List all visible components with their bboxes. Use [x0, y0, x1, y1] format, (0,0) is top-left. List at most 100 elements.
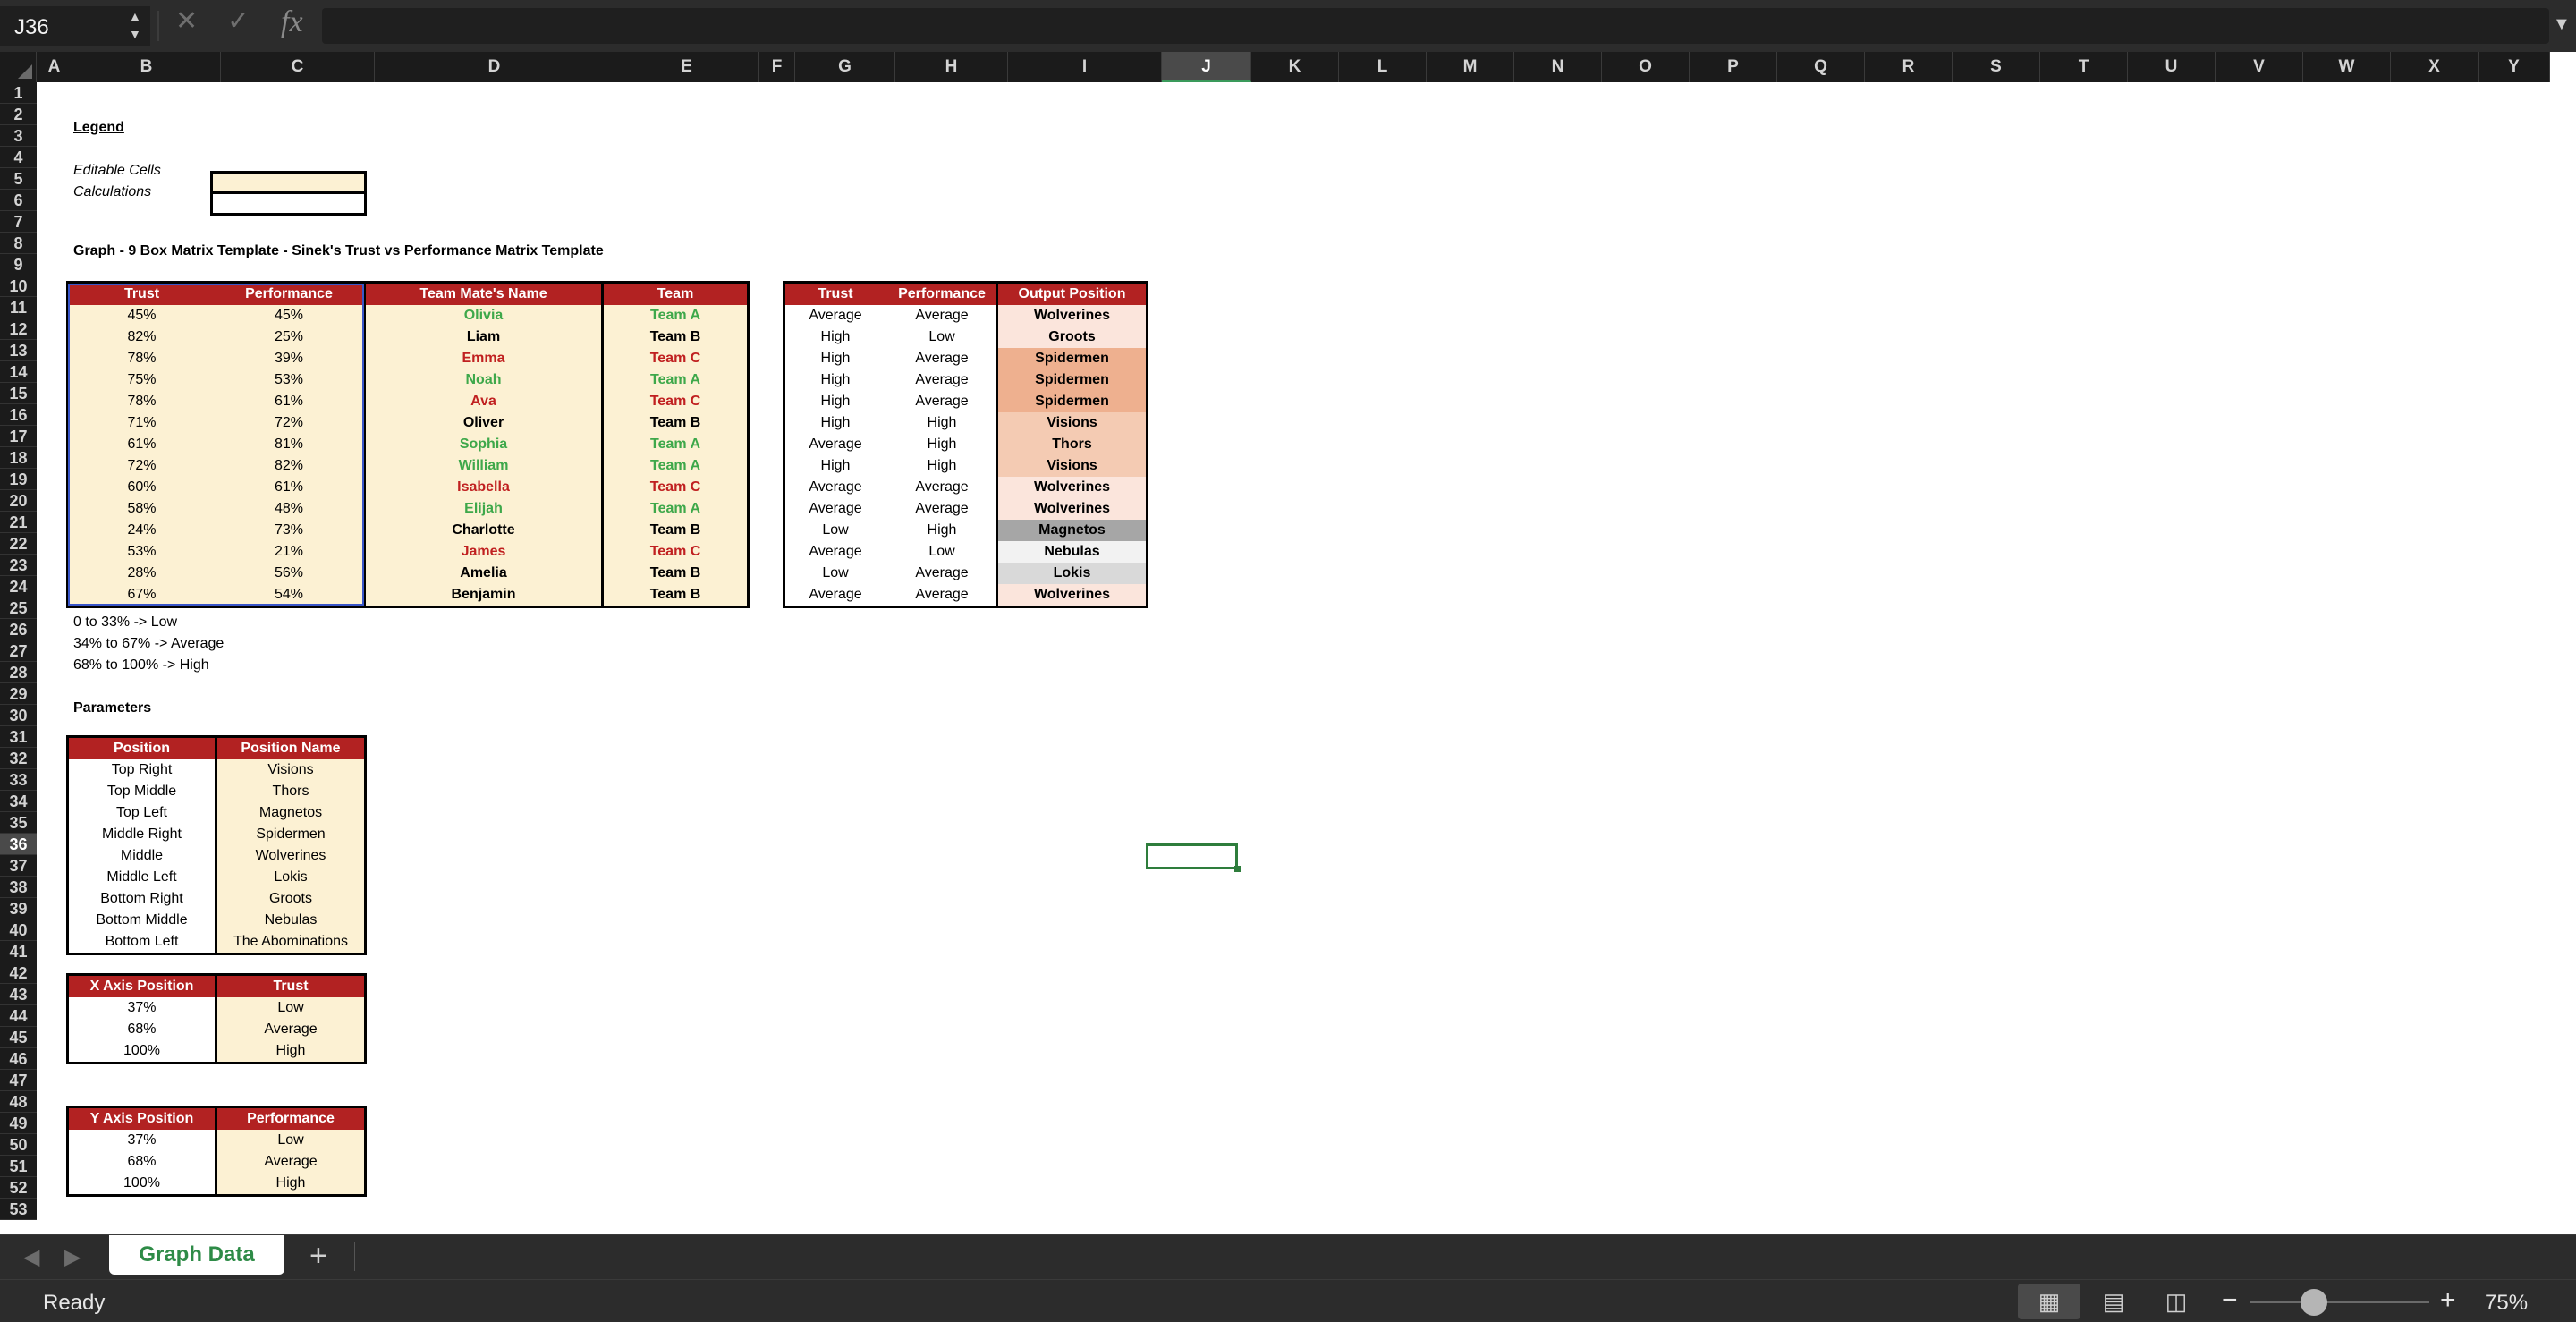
row-header-39[interactable]: 39: [0, 898, 37, 919]
input-header-3[interactable]: Team: [604, 284, 747, 305]
row-header-47[interactable]: 47: [0, 1070, 37, 1091]
output-cell-pos[interactable]: Spidermen: [998, 391, 1146, 412]
x_axis_table-header-0[interactable]: X Axis Position: [69, 976, 215, 997]
input-cell-team[interactable]: Team A: [604, 369, 747, 391]
output-cell-pos[interactable]: Groots: [998, 326, 1146, 348]
output-cell-perf[interactable]: High: [886, 455, 998, 477]
tab-graph-data[interactable]: Graph Data: [109, 1235, 284, 1275]
column-header-y[interactable]: Y: [2479, 52, 2550, 82]
input-cell-team[interactable]: Team C: [604, 477, 747, 498]
output-cell-perf[interactable]: Average: [886, 369, 998, 391]
select-all-corner[interactable]: [0, 52, 37, 82]
row-header-45[interactable]: 45: [0, 1027, 37, 1048]
row-header-5[interactable]: 5: [0, 168, 37, 190]
column-header-u[interactable]: U: [2128, 52, 2216, 82]
add-sheet-button[interactable]: +: [309, 1239, 327, 1274]
position_table-cell-left[interactable]: Middle Left: [69, 867, 215, 888]
row-header-35[interactable]: 35: [0, 812, 37, 834]
input-cell-name[interactable]: Isabella: [366, 477, 601, 498]
row-header-53[interactable]: 53: [0, 1199, 37, 1220]
output-cell-pos[interactable]: Wolverines: [998, 584, 1146, 606]
zoom-slider[interactable]: [2250, 1301, 2429, 1303]
input-cell-team[interactable]: Team C: [604, 348, 747, 369]
output-cell-perf[interactable]: Average: [886, 477, 998, 498]
row-header-8[interactable]: 8: [0, 233, 37, 254]
row-header-31[interactable]: 31: [0, 726, 37, 748]
output-cell-perf[interactable]: High: [886, 434, 998, 455]
output-cell-trust[interactable]: High: [785, 348, 886, 369]
row-header-34[interactable]: 34: [0, 791, 37, 812]
output-header-1[interactable]: Performance: [886, 284, 998, 305]
column-header-h[interactable]: H: [895, 52, 1008, 82]
row-header-22[interactable]: 22: [0, 533, 37, 555]
row-header-9[interactable]: 9: [0, 254, 37, 275]
row-header-10[interactable]: 10: [0, 275, 37, 297]
column-header-f[interactable]: F: [759, 52, 795, 82]
row-header-4[interactable]: 4: [0, 147, 37, 168]
input-cell-team[interactable]: Team C: [604, 541, 747, 563]
column-header-e[interactable]: E: [614, 52, 759, 82]
output-cell-pos[interactable]: Wolverines: [998, 498, 1146, 520]
x_axis_table-cell-left[interactable]: 37%: [69, 997, 215, 1019]
input-cell-team[interactable]: Team A: [604, 455, 747, 477]
column-header-g[interactable]: G: [795, 52, 895, 82]
position_table-cell-right[interactable]: The Abominations: [217, 931, 364, 953]
row-header-41[interactable]: 41: [0, 941, 37, 962]
output-cell-pos[interactable]: Visions: [998, 412, 1146, 434]
y_axis_table-header-1[interactable]: Performance: [217, 1108, 364, 1130]
output-cell-perf[interactable]: Average: [886, 305, 998, 326]
row-header-3[interactable]: 3: [0, 125, 37, 147]
row-header-24[interactable]: 24: [0, 576, 37, 597]
x_axis_table-header-1[interactable]: Trust: [217, 976, 364, 997]
column-header-d[interactable]: D: [375, 52, 614, 82]
input-cell-name[interactable]: Sophia: [366, 434, 601, 455]
output-cell-trust[interactable]: Average: [785, 584, 886, 606]
column-header-c[interactable]: C: [221, 52, 375, 82]
row-header-23[interactable]: 23: [0, 555, 37, 576]
row-header-38[interactable]: 38: [0, 877, 37, 898]
row-header-33[interactable]: 33: [0, 769, 37, 791]
position_table-cell-right[interactable]: Visions: [217, 759, 364, 781]
position_table-cell-left[interactable]: Middle Right: [69, 824, 215, 845]
position_table-cell-left[interactable]: Top Middle: [69, 781, 215, 802]
output-cell-pos[interactable]: Spidermen: [998, 348, 1146, 369]
input-cell-team[interactable]: Team A: [604, 305, 747, 326]
active-cell[interactable]: [1146, 843, 1238, 869]
column-header-t[interactable]: T: [2040, 52, 2128, 82]
input-cell-name[interactable]: Liam: [366, 326, 601, 348]
page-layout-view-icon[interactable]: ▤: [2082, 1284, 2145, 1319]
y_axis_table-header-0[interactable]: Y Axis Position: [69, 1108, 215, 1130]
row-header-18[interactable]: 18: [0, 447, 37, 469]
row-header-27[interactable]: 27: [0, 640, 37, 662]
function-icon[interactable]: fx: [281, 5, 303, 39]
input-cell-name[interactable]: Emma: [366, 348, 601, 369]
row-header-29[interactable]: 29: [0, 683, 37, 705]
row-header-44[interactable]: 44: [0, 1005, 37, 1027]
row-header-40[interactable]: 40: [0, 919, 37, 941]
output-cell-pos[interactable]: Magnetos: [998, 520, 1146, 541]
y_axis_table-cell-left[interactable]: 100%: [69, 1173, 215, 1194]
fill-handle[interactable]: [1234, 866, 1241, 872]
row-header-16[interactable]: 16: [0, 404, 37, 426]
input-cell-team[interactable]: Team B: [604, 584, 747, 606]
row-header-21[interactable]: 21: [0, 512, 37, 533]
output-header-0[interactable]: Trust: [785, 284, 886, 305]
row-header-28[interactable]: 28: [0, 662, 37, 683]
output-cell-trust[interactable]: High: [785, 369, 886, 391]
zoom-out-button[interactable]: −: [2222, 1285, 2238, 1316]
output-cell-trust[interactable]: Average: [785, 498, 886, 520]
output-cell-trust[interactable]: High: [785, 412, 886, 434]
output-cell-trust[interactable]: High: [785, 326, 886, 348]
row-header-6[interactable]: 6: [0, 190, 37, 211]
output-cell-pos[interactable]: Lokis: [998, 563, 1146, 584]
output-cell-perf[interactable]: Average: [886, 348, 998, 369]
row-header-12[interactable]: 12: [0, 318, 37, 340]
row-header-48[interactable]: 48: [0, 1091, 37, 1113]
row-header-49[interactable]: 49: [0, 1113, 37, 1134]
row-header-25[interactable]: 25: [0, 597, 37, 619]
row-header-52[interactable]: 52: [0, 1177, 37, 1199]
row-header-14[interactable]: 14: [0, 361, 37, 383]
position_table-cell-left[interactable]: Bottom Right: [69, 888, 215, 910]
output-cell-pos[interactable]: Visions: [998, 455, 1146, 477]
position_table-cell-right[interactable]: Magnetos: [217, 802, 364, 824]
